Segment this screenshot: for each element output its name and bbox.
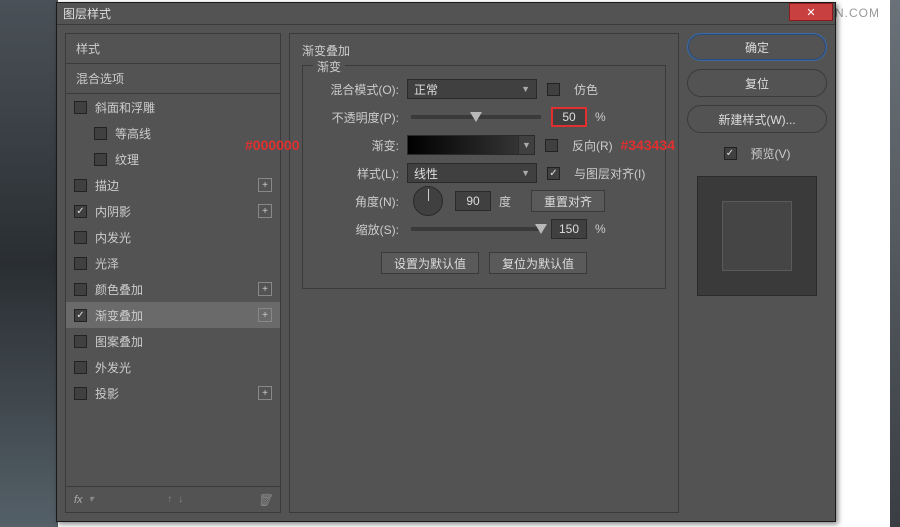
style-checkbox[interactable] <box>74 335 87 348</box>
chevron-down-icon: ▼ <box>521 84 530 94</box>
style-item[interactable]: 描边 + <box>66 172 280 198</box>
fx-menu-icon[interactable]: ▾ <box>89 494 94 505</box>
style-item-label: 投影 <box>95 385 119 402</box>
ok-button[interactable]: 确定 <box>687 33 827 61</box>
align-checkbox[interactable] <box>547 167 560 180</box>
style-checkbox[interactable] <box>74 387 87 400</box>
style-checkbox[interactable] <box>74 179 87 192</box>
opacity-label: 不透明度(P): <box>317 109 407 126</box>
style-item-label: 内发光 <box>95 229 131 246</box>
blend-mode-label: 混合模式(O): <box>317 81 407 98</box>
layer-style-dialog: 图层样式 ✕ 样式 混合选项 斜面和浮雕等高线纹理描边 + 内阴影 + 内发光光泽颜色叠… <box>56 2 836 522</box>
cancel-button[interactable]: 复位 <box>687 69 827 97</box>
scale-unit: % <box>595 222 606 236</box>
move-down-icon[interactable]: ↓ <box>178 494 183 505</box>
style-item[interactable]: 图案叠加 <box>66 328 280 354</box>
style-item[interactable]: 内发光 <box>66 224 280 250</box>
angle-unit: 度 <box>499 193 511 210</box>
style-item-label: 外发光 <box>95 359 131 376</box>
scale-input[interactable]: 150 <box>551 219 587 239</box>
style-item[interactable]: 光泽 <box>66 250 280 276</box>
style-checkbox[interactable] <box>74 257 87 270</box>
styles-footer: fx ▾ ↑ ↓ 🗑 <box>66 486 280 512</box>
opacity-unit: % <box>595 110 606 124</box>
style-item[interactable]: 外发光 <box>66 354 280 380</box>
new-style-button[interactable]: 新建样式(W)... <box>687 105 827 133</box>
styles-panel: 样式 混合选项 斜面和浮雕等高线纹理描边 + 内阴影 + 内发光光泽颜色叠加 + 渐变叠加 +… <box>65 33 281 513</box>
scale-slider[interactable] <box>411 227 541 231</box>
style-checkbox[interactable] <box>94 153 107 166</box>
gradient-preview[interactable] <box>407 135 519 155</box>
style-checkbox[interactable] <box>74 101 87 114</box>
slider-thumb-icon[interactable] <box>535 224 547 234</box>
reset-align-button[interactable]: 重置对齐 <box>531 190 605 212</box>
style-checkbox[interactable] <box>74 309 87 322</box>
style-item-label: 图案叠加 <box>95 333 143 350</box>
add-effect-icon[interactable]: + <box>258 308 272 322</box>
dither-label: 仿色 <box>574 81 598 98</box>
set-default-button[interactable]: 设置为默认值 <box>381 252 479 274</box>
style-checkbox[interactable] <box>94 127 107 140</box>
angle-input[interactable]: 90 <box>455 191 491 211</box>
move-up-icon[interactable]: ↑ <box>167 494 172 505</box>
style-item-label: 颜色叠加 <box>95 281 143 298</box>
settings-panel: 渐变叠加 渐变 混合模式(O): 正常▼ 仿色 不透明度(P): <box>289 33 679 513</box>
add-effect-icon[interactable]: + <box>258 386 272 400</box>
opacity-input[interactable]: 50 <box>551 107 587 127</box>
style-item-label: 光泽 <box>95 255 119 272</box>
gradient-label: 渐变: <box>317 137 407 154</box>
align-label: 与图层对齐(I) <box>574 165 645 182</box>
fieldset-label: 渐变 <box>313 58 345 75</box>
reverse-label: 反向(R) <box>572 137 613 154</box>
preview-swatch <box>697 176 817 296</box>
reset-default-button[interactable]: 复位为默认值 <box>489 252 587 274</box>
titlebar[interactable]: 图层样式 ✕ <box>57 3 835 25</box>
chevron-down-icon: ▼ <box>521 168 530 178</box>
style-combo[interactable]: 线性▼ <box>407 163 537 183</box>
style-item[interactable]: 内阴影 + <box>66 198 280 224</box>
angle-label: 角度(N): <box>317 193 407 210</box>
trash-icon[interactable]: 🗑 <box>257 493 272 507</box>
blend-options-header[interactable]: 混合选项 <box>66 64 280 94</box>
preview-label: 预览(V) <box>751 145 791 162</box>
dither-checkbox[interactable] <box>547 83 560 96</box>
style-item[interactable]: 颜色叠加 + <box>66 276 280 302</box>
add-effect-icon[interactable]: + <box>258 178 272 192</box>
close-button[interactable]: ✕ <box>789 3 833 21</box>
slider-thumb-icon[interactable] <box>470 112 482 122</box>
reverse-checkbox[interactable] <box>545 139 558 152</box>
fx-label[interactable]: fx <box>74 494 83 506</box>
style-checkbox[interactable] <box>74 231 87 244</box>
dialog-buttons: 确定 复位 新建样式(W)... 预览(V) <box>687 33 827 513</box>
blend-mode-combo[interactable]: 正常▼ <box>407 79 537 99</box>
annotation-color-right: #343434 <box>620 137 675 153</box>
style-checkbox[interactable] <box>74 283 87 296</box>
scale-label: 缩放(S): <box>317 221 407 238</box>
dialog-title: 图层样式 <box>63 5 111 22</box>
style-item-label: 内阴影 <box>95 203 131 220</box>
preview-checkbox[interactable] <box>724 147 737 160</box>
style-item-label: 等高线 <box>115 125 151 142</box>
gradient-dropdown-icon[interactable]: ▼ <box>519 135 535 155</box>
styles-header[interactable]: 样式 <box>66 34 280 64</box>
annotation-color-left: #000000 <box>245 137 300 153</box>
angle-dial[interactable] <box>413 186 443 216</box>
style-checkbox[interactable] <box>74 361 87 374</box>
style-item-label: 纹理 <box>115 151 139 168</box>
style-item-label: 描边 <box>95 177 119 194</box>
style-item-label: 斜面和浮雕 <box>95 99 155 116</box>
add-effect-icon[interactable]: + <box>258 204 272 218</box>
style-checkbox[interactable] <box>74 205 87 218</box>
opacity-slider[interactable] <box>411 115 541 119</box>
style-item[interactable]: 渐变叠加 + <box>66 302 280 328</box>
style-item-label: 渐变叠加 <box>95 307 143 324</box>
add-effect-icon[interactable]: + <box>258 282 272 296</box>
section-title: 渐变叠加 <box>302 42 666 59</box>
style-item[interactable]: 斜面和浮雕 <box>66 94 280 120</box>
style-item[interactable]: 投影 + <box>66 380 280 406</box>
style-label: 样式(L): <box>317 165 407 182</box>
